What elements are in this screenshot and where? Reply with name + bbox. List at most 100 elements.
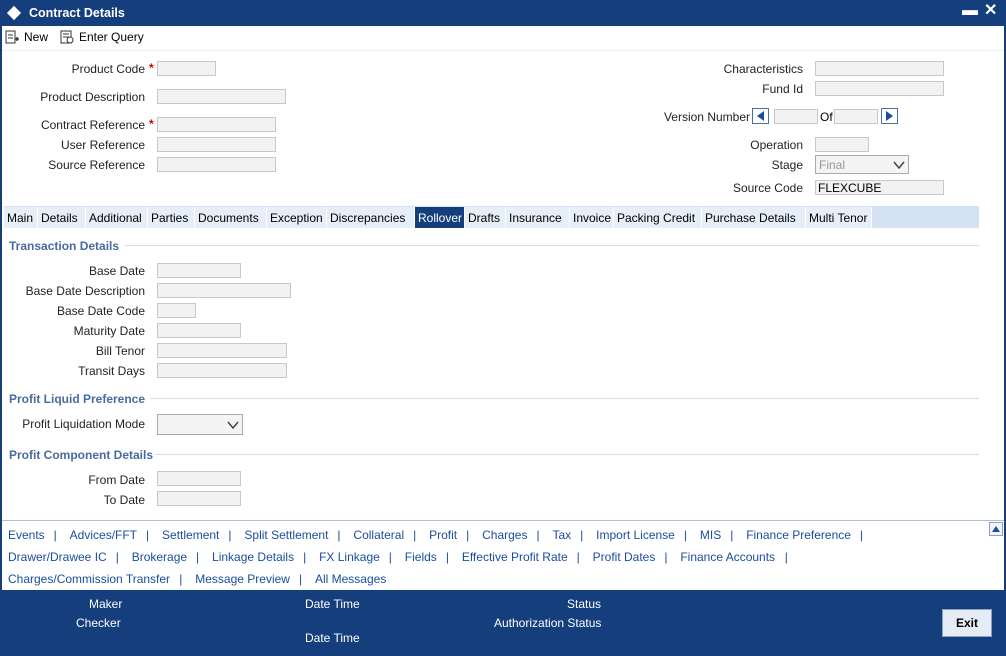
maturity-date-label: Maturity Date [73,324,145,338]
link-separator: | [337,528,341,542]
link-charges-commission-transfer[interactable]: Charges/Commission Transfer [8,572,170,586]
link-all-messages[interactable]: All Messages [315,572,386,586]
link-mis[interactable]: MIS [700,528,721,542]
characteristics-input[interactable] [815,61,944,76]
link-profit[interactable]: Profit [429,528,457,542]
tab-multi-tenor[interactable]: Multi Tenor [806,207,872,228]
version-number-input[interactable] [774,109,818,124]
tab-insurance[interactable]: Insurance [506,207,570,228]
link-events[interactable]: Events [8,528,45,542]
base-date-code-label: Base Date Code [56,304,145,318]
from-date-label: From Date [88,473,145,487]
chevron-down-icon [227,421,239,430]
bill-tenor-label: Bill Tenor [95,344,145,358]
transit-days-input[interactable] [157,363,287,378]
base-date-code-input[interactable] [157,303,196,318]
new-button[interactable]: New [4,28,48,46]
maturity-date-input[interactable] [157,323,241,338]
user-reference-input[interactable] [157,137,276,152]
link-tax[interactable]: Tax [552,528,571,542]
status-label: Status [567,597,602,611]
scroll-up-button[interactable] [989,522,1003,536]
version-previous-button[interactable] [752,108,769,124]
title-bar: Contract Details ▬ ✕ [0,0,1006,26]
link-collateral[interactable]: Collateral [353,528,404,542]
tab-rollover[interactable]: Rollover [415,207,465,228]
tab-invoice[interactable]: Invoice [570,207,614,228]
link-separator: | [413,528,417,542]
tab-parties[interactable]: Parties [148,207,195,228]
chevron-down-icon [893,161,905,170]
to-date-input[interactable] [157,491,241,506]
source-reference-input[interactable] [157,157,276,172]
stage-label: Stage [771,158,803,172]
close-button[interactable]: ✕ [984,3,997,19]
link-split-settlement[interactable]: Split Settlement [244,528,328,542]
link-linkage-details[interactable]: Linkage Details [212,550,294,564]
source-code-label: Source Code [732,181,803,195]
operation-input[interactable] [815,137,869,152]
profit-liquidation-mode-select[interactable] [157,414,243,435]
source-code-field[interactable]: FLEXCUBE [815,180,944,195]
toolbar: New Enter Query [0,26,1006,51]
fund-id-label: Fund Id [762,82,803,96]
tab-discrepancies[interactable]: Discrepancies [327,207,415,228]
to-date-label: To Date [103,493,145,507]
link-settlement[interactable]: Settlement [162,528,219,542]
link-separator: | [146,528,150,542]
transit-days-label: Transit Days [78,364,145,378]
subsystem-links: Events | Advices/FFT | Settlement | Split Sett… [0,520,1006,591]
base-date-description-input[interactable] [157,283,291,298]
tab-details[interactable]: Details [38,207,86,228]
minimize-button[interactable]: ▬ [962,3,978,19]
tab-packing-credit[interactable]: Packing Credit [614,207,702,228]
exit-button[interactable]: Exit [942,609,992,637]
bill-tenor-input[interactable] [157,343,287,358]
checker-date-time-label: Date Time [305,631,360,645]
link-effective-profit-rate[interactable]: Effective Profit Rate [462,550,568,564]
profit-liquidation-mode-label: Profit Liquidation Mode [22,417,145,431]
window-frame-left [0,26,2,590]
link-profit-dates[interactable]: Profit Dates [593,550,656,564]
link-fields[interactable]: Fields [405,550,437,564]
version-number-label: Version Number [663,110,750,124]
link-message-preview[interactable]: Message Preview [195,572,290,586]
product-code-input[interactable] [157,61,216,76]
link-charges[interactable]: Charges [482,528,527,542]
contract-reference-required-mark: * [149,117,154,131]
maker-date-time-label: Date Time [305,597,360,611]
tab-exception[interactable]: Exception [267,207,327,228]
link-drawer-drawee-ic[interactable]: Drawer/Drawee IC [8,550,107,564]
link-separator: | [298,572,303,586]
link-separator: | [859,528,864,542]
link-fx-linkage[interactable]: FX Linkage [319,550,380,564]
version-total-input[interactable] [834,109,878,124]
product-code-label: Product Code [71,62,145,76]
tab-documents[interactable]: Documents [195,207,267,228]
tab-purchase-details[interactable]: Purchase Details [702,207,806,228]
source-reference-label: Source Reference [48,158,145,172]
tab-additional[interactable]: Additional [86,207,148,228]
version-next-button[interactable] [881,108,898,124]
contract-reference-input[interactable] [157,117,276,132]
product-description-input[interactable] [157,89,286,104]
section-divider [155,454,979,455]
link-separator: | [303,550,307,564]
stage-select[interactable]: Final [815,155,909,174]
enter-query-button[interactable]: Enter Query [59,28,144,46]
link-separator: | [115,550,119,564]
link-separator: | [784,550,788,564]
base-date-input[interactable] [157,263,241,278]
link-separator: | [466,528,470,542]
link-finance-accounts[interactable]: Finance Accounts [680,550,775,564]
app-diamond-icon [6,5,22,21]
tab-main[interactable]: Main [4,207,38,228]
link-brokerage[interactable]: Brokerage [132,550,187,564]
link-advices-fft[interactable]: Advices/FFT [70,528,137,542]
from-date-input[interactable] [157,471,241,486]
link-import-license[interactable]: Import License [596,528,675,542]
tab-drafts[interactable]: Drafts [465,207,506,228]
link-finance-preference[interactable]: Finance Preference [746,528,851,542]
fund-id-input[interactable] [815,81,944,96]
query-icon [60,30,74,44]
